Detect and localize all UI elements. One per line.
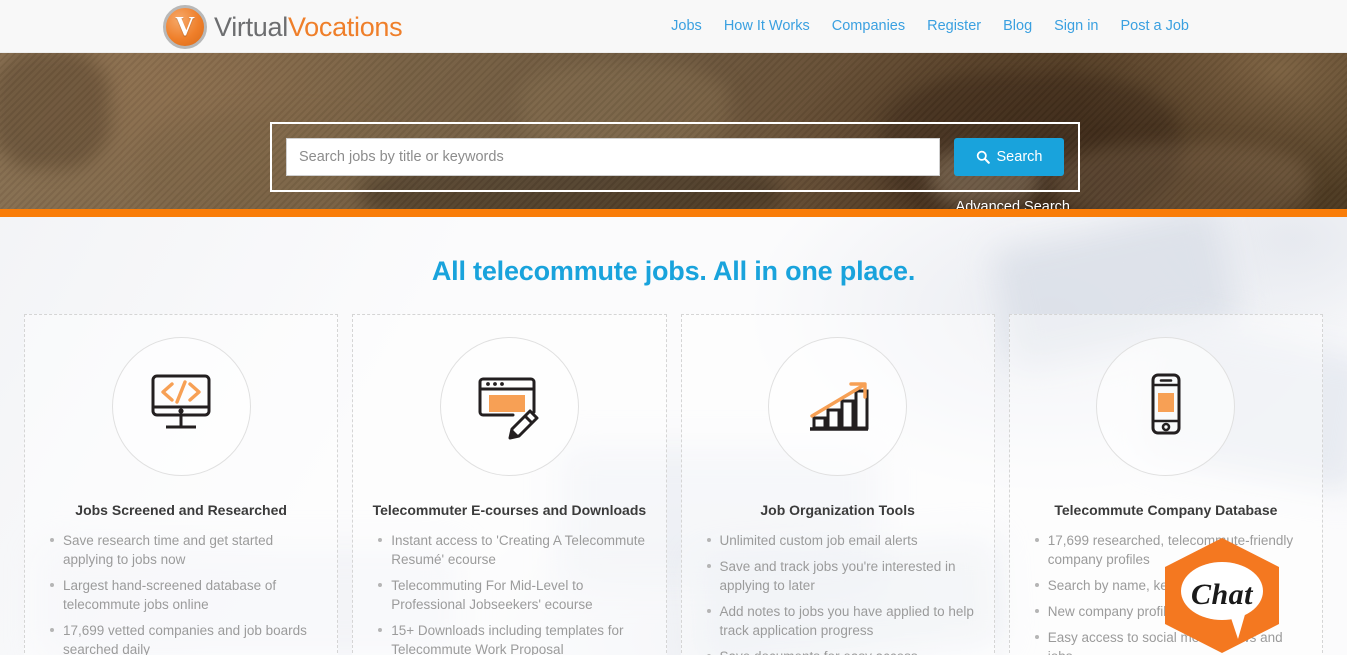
nav-item-how-it-works[interactable]: How It Works (724, 18, 810, 34)
nav-item-blog[interactable]: Blog (1003, 18, 1032, 34)
list-item: Unlimited custom job email alerts (706, 531, 976, 550)
nav-item-register[interactable]: Register (927, 18, 981, 34)
page-headline: All telecommute jobs. All in one place. (431, 256, 916, 286)
card-title: Telecommute Company Database (1054, 502, 1278, 518)
search-input[interactable] (286, 138, 940, 176)
main-content: All telecommute jobs. All in one place. (0, 217, 1347, 655)
smartphone-icon (1096, 337, 1236, 476)
card-title: Jobs Screened and Researched (75, 502, 287, 518)
nav-item-sign-in[interactable]: Sign in (1054, 18, 1098, 34)
card-bullet-list: Instant access to 'Creating A Telecommut… (371, 531, 647, 655)
list-item: Save documents for easy access (706, 647, 976, 655)
feature-card-organization-tools: Job Organization Tools Unlimited custom … (680, 314, 995, 655)
bar-chart-arrow-icon (768, 337, 908, 476)
list-item: Add notes to jobs you have applied to he… (706, 604, 974, 638)
card-title: Job Organization Tools (760, 502, 915, 518)
page-root: V VirtualVocations Jobs How It Works Com… (0, 0, 1347, 655)
logo-wordmark: VirtualVocations (214, 11, 403, 42)
feature-card-ecourses: Telecommuter E-courses and Downloads Ins… (352, 314, 667, 655)
chat-widget-label: Chat (1190, 578, 1254, 611)
chat-widget-button[interactable]: Chat (1160, 536, 1284, 655)
logo-letter: V (175, 10, 195, 41)
search-icon (976, 150, 990, 164)
hero-banner: Search Advanced Search (0, 53, 1347, 209)
list-item: Instant access to 'Creating A Telecommut… (378, 531, 647, 569)
list-item: 15+ Downloads including templates for Te… (378, 621, 647, 655)
site-logo[interactable]: V VirtualVocations (163, 5, 403, 49)
site-header: V VirtualVocations Jobs How It Works Com… (0, 0, 1347, 53)
nav-item-jobs[interactable]: Jobs (671, 18, 702, 34)
orange-divider (0, 209, 1347, 217)
search-button[interactable]: Search (954, 138, 1064, 176)
logo-word-virtual: Virtual (214, 11, 288, 42)
feature-cards: Jobs Screened and Researched Save resear… (0, 314, 1347, 655)
list-item: Save and track jobs you're interested in… (706, 557, 976, 595)
card-bullet-list: Unlimited custom job email alerts Save a… (700, 531, 976, 655)
main-navigation: Jobs How It Works Companies Register Blo… (671, 18, 1189, 34)
list-item: 17,699 vetted companies and job boards s… (49, 621, 319, 655)
browser-pencil-icon (439, 337, 579, 476)
search-button-label: Search (996, 149, 1043, 165)
logo-word-vocations: Vocations (287, 11, 403, 42)
card-bullet-list: Save research time and get started apply… (43, 531, 319, 655)
card-title: Telecommuter E-courses and Downloads (372, 502, 647, 518)
list-item: Largest hand-screened database of teleco… (49, 576, 319, 614)
advanced-search-link[interactable]: Advanced Search (956, 199, 1070, 209)
feature-card-jobs-screened: Jobs Screened and Researched Save resear… (24, 314, 339, 655)
job-search-form: Search (270, 122, 1080, 192)
nav-item-post-a-job[interactable]: Post a Job (1120, 18, 1189, 34)
logo-mark-icon: V (163, 5, 207, 49)
list-item: Save research time and get started apply… (49, 531, 319, 569)
nav-item-companies[interactable]: Companies (832, 18, 905, 34)
monitor-code-icon (111, 337, 251, 476)
list-item: Telecommuting For Mid-Level to Professio… (378, 576, 647, 614)
